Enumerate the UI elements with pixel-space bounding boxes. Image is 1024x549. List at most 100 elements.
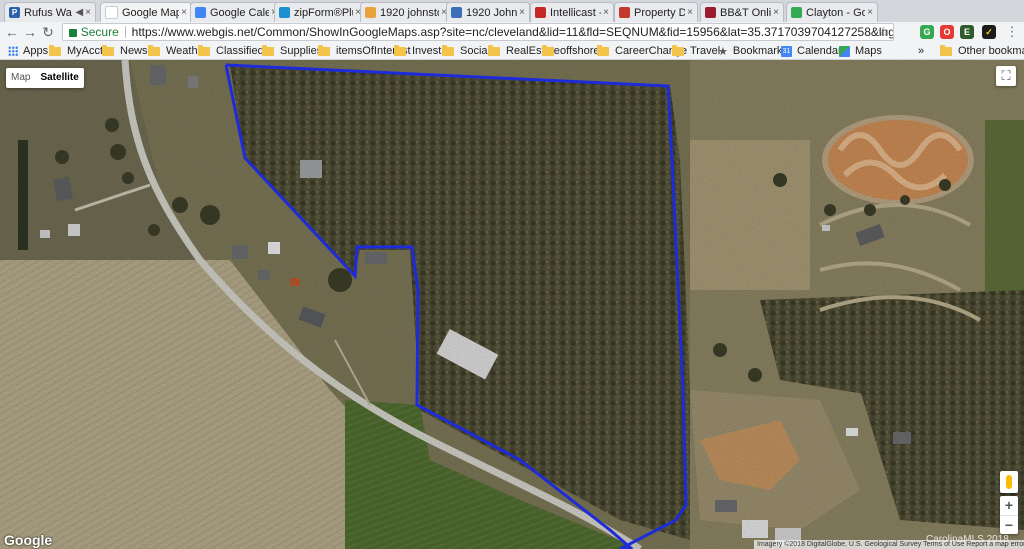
tab-6[interactable]: 1920 Johnsto× (446, 2, 530, 22)
tab-7[interactable]: Intellicast - C× (530, 2, 614, 22)
bookmark-social[interactable]: Social (442, 44, 490, 58)
map-attribution[interactable]: Imagery ©2018 DigitalGlobe, U.S. Geologi… (754, 540, 1024, 549)
tab-8[interactable]: Property Det× (614, 2, 698, 22)
bookmark-star-icon[interactable]: ☆ (877, 24, 889, 40)
tab-4[interactable]: zipForm®Plu × (274, 2, 366, 22)
folder-icon (940, 44, 952, 56)
bookmark-myaccts[interactable]: MyAccts (49, 44, 109, 58)
bookmark-classifieds[interactable]: Classifieds (198, 44, 269, 58)
zoom-control: + − (1000, 496, 1018, 534)
calendar-icon: 31 (781, 45, 792, 57)
tab-strip: PRufus Wa◀×Google Maps×Google Cale×zipFo… (0, 0, 1024, 22)
tab-close-icon[interactable]: × (773, 7, 779, 18)
tab-9[interactable]: BB&T Online× (700, 2, 784, 22)
folder-icon (488, 44, 500, 56)
tab-close-icon[interactable]: × (85, 7, 91, 18)
bookmark-apps[interactable]: Apps (8, 44, 48, 58)
url-text[interactable]: https://www.webgis.net/Common/ShowInGoog… (132, 25, 893, 39)
tab-1[interactable]: P Rufus Wa ◀ × (4, 2, 96, 22)
secure-label: Secure (80, 25, 119, 39)
satellite-imagery (0, 60, 1024, 549)
lock-icon (69, 29, 77, 37)
tab-favicon-icon (535, 7, 546, 18)
bookmark-travel[interactable]: Travel (672, 44, 720, 58)
tab-favicon-icon (365, 7, 376, 18)
tab-favicon-icon (195, 7, 206, 18)
tab-title: Google Cale (210, 6, 270, 19)
tab-favicon-icon (791, 7, 802, 18)
separator (124, 26, 126, 38)
folder-icon (442, 44, 454, 56)
tab-close-icon[interactable]: × (181, 7, 187, 18)
menu-icon[interactable]: ⋮ (1004, 24, 1020, 40)
tab-close-icon[interactable]: × (867, 7, 873, 18)
bookmarks-bar: Apps MyAccts News Weather Classifieds Supplie… (0, 42, 1024, 60)
folder-icon (597, 44, 609, 56)
bookmark-label: Travel (690, 45, 721, 57)
zoom-out-button[interactable]: − (1000, 516, 1018, 535)
bookmark-supplies[interactable]: Supplies (262, 44, 322, 58)
bookmarks-overflow-button[interactable]: » (918, 44, 924, 58)
reload-icon[interactable]: ↻ (40, 24, 56, 40)
bookmark-maps[interactable]: Maps (839, 44, 882, 58)
maps-icon (839, 45, 850, 57)
bookmark-invest[interactable]: Invest (394, 44, 441, 58)
bookmark-label: Apps (23, 45, 49, 57)
folder-icon (394, 44, 406, 56)
bookmark-label: Bookmarks (732, 45, 788, 57)
extension-norton-icon[interactable]: ✓ (982, 25, 996, 39)
folder-icon (542, 44, 554, 56)
satellite-map[interactable]: Map Satellite ⛶ + − Google CarolinaMLS 2… (0, 60, 1024, 549)
apps-grid-icon (8, 46, 18, 56)
tab-5[interactable]: 1920 johnsto × (360, 2, 452, 22)
folder-icon (148, 44, 160, 56)
zoom-in-button[interactable]: + (1000, 496, 1018, 516)
bookmark-label: Social (460, 45, 490, 57)
address-bar[interactable]: Secure https://www.webgis.net/Common/Sho… (62, 23, 894, 41)
extension-opera-icon[interactable]: O (940, 25, 954, 39)
bookmark-label: Other bookmarks (958, 45, 1024, 57)
tab-close-icon[interactable]: × (687, 7, 693, 18)
bookmark-bookmarks[interactable]: ★ Bookmarks (718, 44, 788, 58)
tab-title: BB&T Online (720, 6, 772, 19)
folder-icon (198, 44, 210, 56)
tab-title: Google Maps (122, 6, 179, 19)
bookmark-calendar[interactable]: 31 Calendar (781, 44, 842, 58)
pegman-icon[interactable] (1000, 471, 1018, 493)
tab-favicon-icon: P (9, 7, 20, 18)
tab-close-icon[interactable]: × (603, 7, 609, 18)
bookmark-label: Supplies (280, 45, 323, 57)
bookmark-label: Maps (855, 45, 882, 57)
bookmark-news[interactable]: News (102, 44, 148, 58)
tab-audio-icon[interactable]: ◀ (75, 7, 83, 18)
tab-title: zipForm®Plu (294, 6, 354, 19)
bookmark-label: Calendar (797, 45, 842, 57)
extension-evernote-icon[interactable]: E (960, 25, 974, 39)
tab-title: Intellicast - C (550, 6, 601, 19)
browser-toolbar: ← → ↻ Secure https://www.webgis.net/Comm… (0, 22, 1024, 42)
forward-icon[interactable]: → (22, 24, 38, 40)
map-type-map-button[interactable]: Map (6, 68, 35, 88)
tab-title: Clayton - Go (806, 6, 866, 19)
folder-icon (262, 44, 274, 56)
fullscreen-icon[interactable]: ⛶ (996, 66, 1016, 86)
tab-close-icon[interactable]: × (519, 7, 525, 18)
tab-title: Rufus Wa (24, 6, 72, 19)
star-icon: ★ (718, 45, 728, 58)
folder-icon (102, 44, 114, 56)
folder-icon (49, 44, 61, 56)
tab-2[interactable]: Google Maps× (100, 2, 192, 22)
tab-favicon-icon (279, 7, 290, 18)
bookmark-label: Invest (412, 45, 442, 57)
map-type-satellite-button[interactable]: Satellite (35, 68, 83, 88)
tab-favicon-icon (451, 7, 462, 18)
back-icon[interactable]: ← (4, 24, 20, 40)
extension-g-icon[interactable]: G (920, 25, 934, 39)
tab-3[interactable]: Google Cale× (190, 2, 282, 22)
bookmark-other-bookmarks[interactable]: Other bookmarks (940, 44, 1024, 58)
bookmark-label: News (120, 45, 148, 57)
folder-icon (318, 44, 330, 56)
bookmark-offshore[interactable]: offshore (542, 44, 600, 58)
tab-title: Property Det (634, 6, 685, 19)
tab-10[interactable]: Clayton - Go × (786, 2, 878, 22)
